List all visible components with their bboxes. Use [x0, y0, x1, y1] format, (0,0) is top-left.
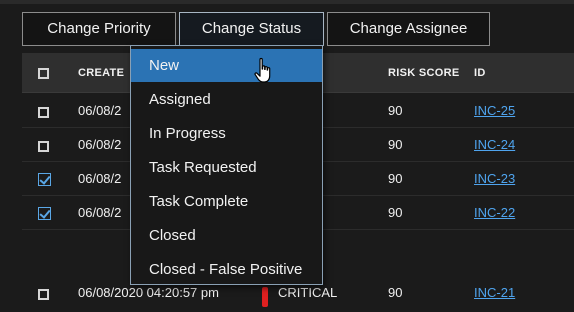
- created-cell: 06/08/2: [78, 171, 122, 186]
- risk-score-cell: 90: [388, 285, 403, 300]
- status-option-assigned[interactable]: Assigned: [131, 83, 322, 116]
- column-header-risk-score[interactable]: RISK SCORE: [388, 53, 459, 93]
- created-cell: 06/08/2: [78, 205, 122, 220]
- severity-indicator-bar: [262, 287, 268, 307]
- created-cell: 06/08/2: [78, 103, 122, 118]
- change-priority-button[interactable]: Change Priority: [22, 12, 176, 46]
- incident-id-link[interactable]: INC-22: [474, 196, 515, 230]
- row-checkbox[interactable]: [38, 207, 51, 220]
- status-option-closed-false-positive[interactable]: Closed - False Positive: [131, 253, 322, 286]
- hand-pointer-icon: [254, 57, 271, 83]
- status-option-new[interactable]: New: [131, 49, 322, 82]
- change-assignee-button[interactable]: Change Assignee: [327, 12, 490, 46]
- status-dropdown-menu: New Assigned In Progress Task Requested …: [130, 45, 323, 285]
- incident-id-link[interactable]: INC-23: [474, 162, 515, 196]
- risk-score-cell: 90: [388, 205, 403, 220]
- row-checkbox[interactable]: [38, 141, 49, 152]
- column-header-created[interactable]: CREATE: [78, 53, 124, 93]
- bulk-action-toolbar: Change Priority Change Status Change Ass…: [0, 0, 574, 50]
- status-option-task-requested[interactable]: Task Requested: [131, 151, 322, 184]
- status-option-closed[interactable]: Closed: [131, 219, 322, 252]
- select-all-checkbox[interactable]: [38, 68, 49, 79]
- row-checkbox[interactable]: [38, 173, 51, 186]
- change-status-button[interactable]: Change Status: [179, 12, 324, 46]
- incident-id-link[interactable]: INC-24: [474, 128, 515, 162]
- created-cell: 06/08/2: [78, 137, 122, 152]
- risk-score-cell: 90: [388, 103, 403, 118]
- risk-score-cell: 90: [388, 137, 403, 152]
- status-option-in-progress[interactable]: In Progress: [131, 117, 322, 150]
- status-option-task-complete[interactable]: Task Complete: [131, 185, 322, 218]
- row-checkbox[interactable]: [38, 107, 49, 118]
- incident-id-link[interactable]: INC-25: [474, 94, 515, 128]
- risk-score-cell: 90: [388, 171, 403, 186]
- column-header-id[interactable]: ID: [474, 53, 486, 93]
- row-checkbox[interactable]: [38, 289, 49, 300]
- incident-id-link[interactable]: INC-21: [474, 276, 515, 310]
